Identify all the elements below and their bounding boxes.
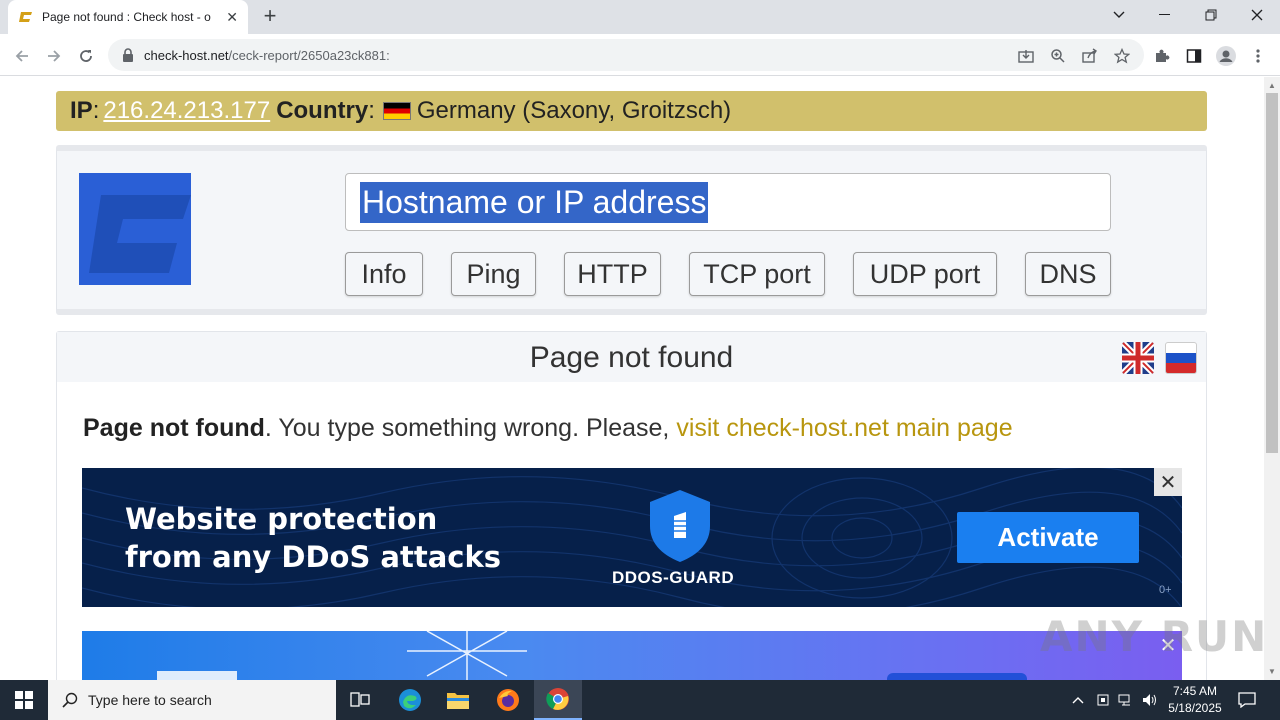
edge-icon[interactable] <box>386 680 434 720</box>
share-icon[interactable] <box>1080 46 1100 66</box>
ad2-sparkle-graphic <box>157 631 1027 680</box>
window-close-icon[interactable] <box>1234 0 1280 30</box>
tray-security-icon[interactable] <box>1096 680 1110 720</box>
activate-button[interactable]: Activate <box>957 512 1139 563</box>
ad-close-icon[interactable]: ✕ <box>1154 468 1182 496</box>
browser-tabstrip: Page not found : Check host - o ✕ + <box>0 0 1280 34</box>
firefox-icon[interactable] <box>484 680 532 720</box>
taskbar-search-placeholder: Type here to search <box>88 692 212 708</box>
scroll-thumb[interactable] <box>1266 93 1278 453</box>
english-flag-icon[interactable] <box>1122 342 1154 374</box>
reload-icon[interactable] <box>72 42 100 70</box>
bookmark-star-icon[interactable] <box>1112 46 1132 66</box>
germany-flag-icon <box>382 102 411 120</box>
taskbar-search-box[interactable]: Type here to search <box>48 680 336 720</box>
browser-toolbar: check-host.net/ceck-report/2650a23ck881: <box>0 34 1280 76</box>
browser-tab[interactable]: Page not found : Check host - o ✕ <box>8 0 248 34</box>
hostname-placeholder: Hostname or IP address <box>360 181 709 223</box>
network-icon[interactable] <box>1118 680 1134 720</box>
windows-start-icon[interactable] <box>0 680 48 720</box>
lock-icon[interactable] <box>122 48 134 62</box>
ad-age-rating: 0+ <box>1159 584 1172 596</box>
check-host-favicon-icon <box>18 9 34 25</box>
info-button[interactable]: Info <box>345 252 423 296</box>
forward-arrow-icon[interactable] <box>40 42 68 70</box>
udp-port-button[interactable]: UDP port <box>853 252 997 296</box>
clock-time: 7:45 AM <box>1172 684 1218 698</box>
tcp-port-button[interactable]: TCP port <box>689 252 825 296</box>
russian-flag-icon[interactable] <box>1165 342 1197 374</box>
country-label: Country <box>276 97 369 124</box>
scroll-down-icon[interactable]: ▼ <box>1268 667 1276 676</box>
check-host-logo[interactable] <box>79 173 191 285</box>
ip-info-bar: IP: 216.24.213.177 Country: Germany (Sax… <box>56 91 1207 131</box>
http-button[interactable]: HTTP <box>564 252 661 296</box>
not-found-message: Page not found. You type something wrong… <box>83 414 1013 443</box>
profile-avatar-icon[interactable] <box>1216 46 1236 66</box>
url-host: check-host.net <box>144 47 229 63</box>
hostname-input[interactable]: Hostname or IP address <box>345 173 1111 231</box>
chrome-icon[interactable] <box>534 680 582 720</box>
ad-headline-line-1: Website protection <box>125 502 438 536</box>
url-path: /ceck-report/2650a23ck881: <box>228 47 390 63</box>
anyrun-watermark: ANY RUN <box>1040 612 1269 661</box>
new-tab-button[interactable]: + <box>258 5 282 29</box>
tab-search-icon[interactable] <box>1096 0 1142 30</box>
taskbar-clock[interactable]: 7:45 AM 5/18/2025 <box>1160 683 1230 717</box>
search-icon <box>62 692 78 708</box>
page-viewport: IP: 216.24.213.177 Country: Germany (Sax… <box>0 77 1264 680</box>
tab-close-icon[interactable]: ✕ <box>226 9 238 26</box>
main-page-link[interactable]: visit check-host.net main page <box>676 414 1012 442</box>
not-found-panel: Page not found Page not found. You type … <box>56 331 1207 680</box>
volume-icon[interactable] <box>1142 680 1158 720</box>
back-arrow-icon[interactable] <box>8 42 36 70</box>
country-value: Germany (Saxony, Groitzsch) <box>416 97 732 124</box>
not-found-text: . You type something wrong. Please, <box>264 414 677 442</box>
ad-headline-line-2: from any DDoS attacks <box>125 540 502 574</box>
ping-button[interactable]: Ping <box>451 252 536 296</box>
file-explorer-icon[interactable] <box>434 680 482 720</box>
scroll-up-icon[interactable]: ▲ <box>1268 81 1276 90</box>
dns-button[interactable]: DNS <box>1025 252 1111 296</box>
tab-title: Page not found : Check host - o <box>42 10 211 24</box>
ip-label: IP <box>70 97 93 124</box>
notification-center-icon[interactable] <box>1238 680 1256 720</box>
restore-icon[interactable] <box>1188 0 1234 30</box>
not-found-bold: Page not found <box>83 414 265 442</box>
address-bar[interactable]: check-host.net/ceck-report/2650a23ck881: <box>108 39 1144 71</box>
windows-taskbar: Type here to search 7:45 AM 5/18/2025 <box>0 680 1280 720</box>
ad-headline: Website protection from any DDoS attacks <box>125 500 501 576</box>
install-app-icon[interactable] <box>1016 46 1036 66</box>
ddos-guard-ad-banner[interactable]: Website protection from any DDoS attacks… <box>82 468 1182 607</box>
zoom-icon[interactable] <box>1048 46 1068 66</box>
side-panel-icon[interactable] <box>1184 46 1204 66</box>
task-view-icon[interactable] <box>336 680 384 720</box>
page-scrollbar[interactable]: ▲ ▼ <box>1264 77 1280 680</box>
page-title: Page not found <box>57 332 1206 382</box>
clock-date: 5/18/2025 <box>1168 701 1222 715</box>
ad-brand-name: DDOS-GUARD <box>612 568 735 587</box>
hosting-ad-banner[interactable] <box>82 631 1182 680</box>
search-panel: Hostname or IP address Info Ping HTTP TC… <box>56 145 1207 315</box>
minimize-icon[interactable] <box>1142 0 1188 30</box>
extensions-puzzle-icon[interactable] <box>1152 46 1172 66</box>
menu-kebab-icon[interactable] <box>1248 46 1268 66</box>
tray-overflow-icon[interactable] <box>1072 680 1084 720</box>
ip-value-link[interactable]: 216.24.213.177 <box>103 97 270 125</box>
ddos-guard-shield-icon <box>650 490 710 562</box>
